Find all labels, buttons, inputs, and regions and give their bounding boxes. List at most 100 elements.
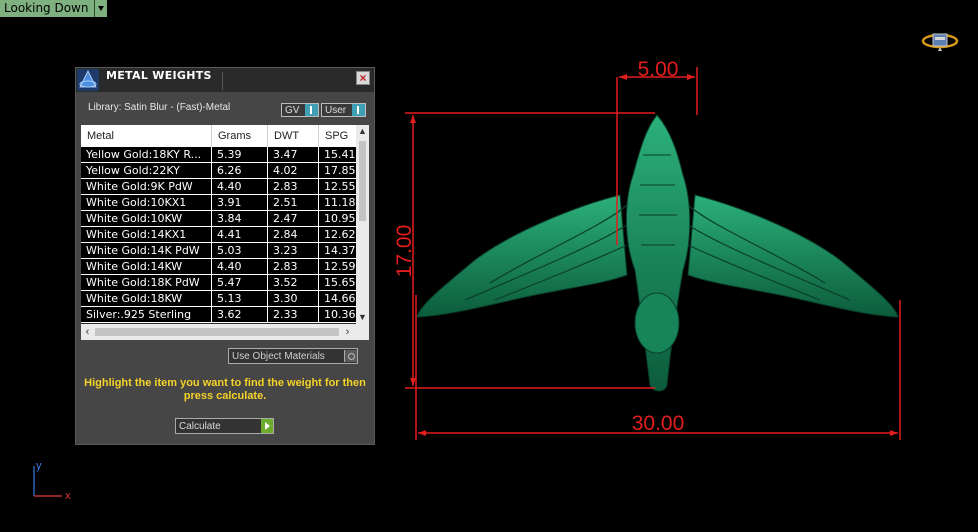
metal-table: Metal Grams DWT SPG Yellow Gold:18KY R..… (81, 125, 369, 340)
table-row[interactable]: White Gold:10KX1 3.91 2.51 11.18 (81, 195, 356, 211)
cell-dwt: 2.83 (268, 259, 319, 274)
gv-switch-icon (305, 104, 318, 116)
horizontal-scrollbar[interactable]: ‹ › (81, 324, 369, 340)
axis-gizmo: y x (33, 460, 71, 502)
radio-icon (344, 350, 357, 362)
column-header-grams[interactable]: Grams (212, 125, 268, 147)
cell-dwt: 3.52 (268, 275, 319, 290)
gv-toggle[interactable]: GV (281, 103, 319, 117)
scroll-down-icon[interactable]: ▼ (356, 311, 369, 324)
cell-metal: Silver:.925 Sterling (81, 307, 212, 322)
cell-spg: 12.59 (324, 260, 356, 273)
user-toggle[interactable]: User (321, 103, 366, 117)
user-toggle-label: User (325, 104, 347, 116)
user-switch-icon (352, 104, 365, 116)
table-row[interactable]: White Gold:14KX1 4.41 2.84 12.62 (81, 227, 356, 243)
column-header-spg[interactable]: SPG (319, 125, 356, 147)
pendant-bird-model[interactable] (416, 114, 899, 392)
column-header-dwt[interactable]: DWT (268, 125, 319, 147)
scroll-right-icon[interactable]: › (341, 324, 354, 340)
cell-metal: White Gold:18K PdW (81, 275, 212, 290)
table-row[interactable]: White Gold:10KW 3.84 2.47 10.95 (81, 211, 356, 227)
table-row[interactable]: White Gold:14K PdW 5.03 3.23 14.37 (81, 243, 356, 259)
cell-grams: 4.40 (212, 259, 268, 274)
cell-spg: 11.18 (324, 196, 356, 209)
cell-metal: White Gold:14KW (81, 259, 212, 274)
cell-spg: 10.95 (324, 212, 356, 225)
model-viewport[interactable]: 5.00 17.00 30.00 (395, 55, 915, 450)
chevron-down-icon[interactable] (94, 0, 108, 17)
cell-metal: White Gold:9K PdW (81, 179, 212, 194)
cell-grams: 4.40 (212, 179, 268, 194)
axis-y-label: y (36, 460, 42, 472)
table-body: Yellow Gold:18KY R... 5.39 3.47 15.41 Yellow… (81, 147, 356, 323)
scroll-up-icon[interactable]: ▲ (356, 125, 369, 138)
title-divider (222, 72, 223, 90)
close-button[interactable]: × (356, 71, 370, 85)
cell-dwt: 2.84 (268, 227, 319, 242)
vertical-scroll-thumb[interactable] (359, 141, 366, 221)
cell-grams: 5.47 (212, 275, 268, 290)
cell-dwt: 3.23 (268, 243, 319, 258)
cell-dwt: 2.83 (268, 179, 319, 194)
panel-title: METAL WEIGHTS (106, 69, 212, 82)
table-row[interactable]: Yellow Gold:22KY 6.26 4.02 17.85 (81, 163, 356, 179)
table-row[interactable]: White Gold:14KW 4.40 2.83 12.59 (81, 259, 356, 275)
cell-dwt: 4.02 (268, 163, 319, 178)
scroll-left-icon[interactable]: ‹ (81, 324, 94, 340)
use-object-materials-label: Use Object Materials (232, 350, 325, 362)
calculate-label: Calculate (179, 420, 221, 432)
cell-grams: 3.62 (212, 307, 268, 322)
library-label: Library: Satin Blur - (Fast)-Metal (88, 102, 231, 113)
cell-dwt: 3.47 (268, 147, 319, 162)
table-row[interactable]: White Gold:18KW 5.13 3.30 14.66 (81, 291, 356, 307)
cell-metal: Yellow Gold:22KY (81, 163, 212, 178)
cell-grams: 3.91 (212, 195, 268, 210)
cell-spg: 17.85 (324, 164, 356, 177)
cell-metal: White Gold:18KW (81, 291, 212, 306)
table-row[interactable]: Silver:.925 Sterling 3.62 2.33 10.36 (81, 307, 356, 323)
cell-metal: White Gold:10KW (81, 211, 212, 226)
table-row[interactable]: White Gold:18K PdW 5.47 3.52 15.65 (81, 275, 356, 291)
cell-metal: White Gold:14K PdW (81, 243, 212, 258)
cell-dwt: 3.30 (268, 291, 319, 306)
app-logo-icon (77, 69, 99, 91)
horizontal-scroll-thumb[interactable] (95, 328, 339, 336)
cell-dwt: 2.33 (268, 307, 319, 322)
cell-spg: 15.41 (324, 148, 356, 161)
view-selector[interactable]: Looking Down (0, 0, 108, 17)
instruction-text: Highlight the item you want to find the … (84, 377, 366, 402)
gv-toggle-label: GV (285, 104, 300, 116)
cell-spg: 12.62 (324, 228, 356, 241)
cell-grams: 6.26 (212, 163, 268, 178)
cell-spg: 14.37 (324, 244, 356, 257)
cell-metal: White Gold:14KX1 (81, 227, 212, 242)
view-name: Looking Down (0, 0, 95, 17)
cell-grams: 5.39 (212, 147, 268, 162)
cell-grams: 4.41 (212, 227, 268, 242)
vertical-scrollbar[interactable]: ▲ ▼ (356, 125, 369, 324)
metal-weights-panel: METAL WEIGHTS × Library: Satin Blur - (F… (75, 67, 375, 445)
play-arrow-icon (261, 419, 273, 433)
cell-metal: White Gold:10KX1 (81, 195, 212, 210)
table-header: Metal Grams DWT SPG (81, 125, 356, 147)
cell-dwt: 2.47 (268, 211, 319, 226)
column-header-metal[interactable]: Metal (81, 125, 212, 147)
cell-grams: 5.13 (212, 291, 268, 306)
cell-spg: 12.55 (324, 180, 356, 193)
cell-spg: 15.65 (324, 276, 356, 289)
cell-spg: 10.36 (324, 308, 356, 321)
use-object-materials-toggle[interactable]: Use Object Materials (228, 348, 358, 364)
table-row[interactable]: White Gold:9K PdW 4.40 2.83 12.55 (81, 179, 356, 195)
cell-metal: Yellow Gold:18KY R... (81, 147, 212, 162)
axis-x-label: x (65, 490, 71, 502)
table-row[interactable]: Yellow Gold:18KY R... 5.39 3.47 15.41 (81, 147, 356, 163)
view-cube-icon[interactable] (921, 30, 959, 52)
cell-grams: 5.03 (212, 243, 268, 258)
calculate-button[interactable]: Calculate (175, 418, 274, 434)
dimension-bottom-width: 30.00 (632, 412, 685, 435)
panel-titlebar[interactable]: METAL WEIGHTS × (76, 68, 374, 92)
cell-grams: 3.84 (212, 211, 268, 226)
cell-spg: 14.66 (324, 292, 356, 305)
cell-dwt: 2.51 (268, 195, 319, 210)
